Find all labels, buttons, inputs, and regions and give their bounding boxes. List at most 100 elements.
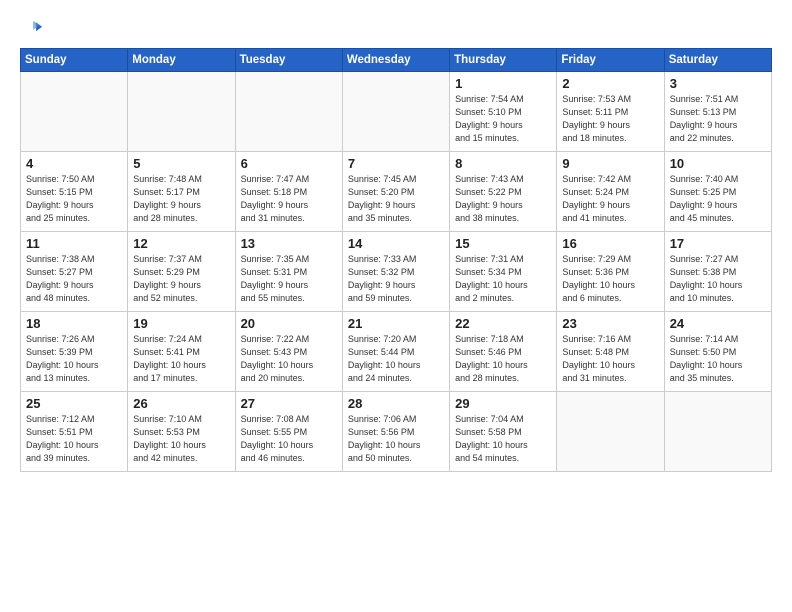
day-number: 9 <box>562 156 658 171</box>
calendar-cell: 2 Sunrise: 7:53 AM Sunset: 5:11 PM Daylig… <box>557 72 664 152</box>
header-day: Saturday <box>664 49 771 72</box>
day-number: 15 <box>455 236 551 251</box>
day-detail: Sunrise: 7:04 AM Sunset: 5:58 PM Dayligh… <box>455 413 551 465</box>
calendar-cell: 4Sunrise: 7:50 AM Sunset: 5:15 PM Daylig… <box>21 152 128 232</box>
calendar-header: SundayMondayTuesdayWednesdayThursdayFrid… <box>21 49 772 72</box>
day-detail: Sunrise: 7:26 AM Sunset: 5:39 PM Dayligh… <box>26 333 122 385</box>
calendar-cell: 14 Sunrise: 7:33 AM Sunset: 5:32 PM Dayli… <box>342 232 449 312</box>
calendar-cell: 20 Sunrise: 7:22 AM Sunset: 5:43 PM Dayli… <box>235 312 342 392</box>
calendar-cell: 11 Sunrise: 7:38 AM Sunset: 5:27 PM Dayli… <box>21 232 128 312</box>
day-number: 16 <box>562 236 658 251</box>
calendar-body: 1Sunrise: 7:54 AM Sunset: 5:10 PM Daylig… <box>21 72 772 472</box>
calendar-cell: 6 Sunrise: 7:47 AM Sunset: 5:18 PM Daylig… <box>235 152 342 232</box>
day-detail: Sunrise: 7:06 AM Sunset: 5:56 PM Dayligh… <box>348 413 444 465</box>
day-detail: Sunrise: 7:20 AM Sunset: 5:44 PM Dayligh… <box>348 333 444 385</box>
calendar-cell <box>21 72 128 152</box>
calendar-cell: 7Sunrise: 7:45 AM Sunset: 5:20 PM Daylig… <box>342 152 449 232</box>
day-detail: Sunrise: 7:54 AM Sunset: 5:10 PM Dayligh… <box>455 93 551 145</box>
day-number: 13 <box>241 236 337 251</box>
day-detail: Sunrise: 7:31 AM Sunset: 5:34 PM Dayligh… <box>455 253 551 305</box>
calendar-week-row: 11 Sunrise: 7:38 AM Sunset: 5:27 PM Dayli… <box>21 232 772 312</box>
calendar-cell <box>235 72 342 152</box>
day-detail: Sunrise: 7:53 AM Sunset: 5:11 PM Dayligh… <box>562 93 658 145</box>
calendar-cell <box>128 72 235 152</box>
day-detail: Sunrise: 7:43 AM Sunset: 5:22 PM Dayligh… <box>455 173 551 225</box>
day-number: 14 <box>348 236 444 251</box>
day-number: 28 <box>348 396 444 411</box>
calendar-cell: 16 Sunrise: 7:29 AM Sunset: 5:36 PM Dayli… <box>557 232 664 312</box>
day-detail: Sunrise: 7:24 AM Sunset: 5:41 PM Dayligh… <box>133 333 229 385</box>
calendar-cell <box>342 72 449 152</box>
day-detail: Sunrise: 7:33 AM Sunset: 5:32 PM Dayligh… <box>348 253 444 305</box>
day-number: 6 <box>241 156 337 171</box>
day-number: 23 <box>562 316 658 331</box>
header <box>20 18 772 40</box>
calendar-cell: 15 Sunrise: 7:31 AM Sunset: 5:34 PM Dayli… <box>450 232 557 312</box>
logo-icon <box>20 18 42 40</box>
day-number: 12 <box>133 236 229 251</box>
day-detail: Sunrise: 7:51 AM Sunset: 5:13 PM Dayligh… <box>670 93 766 145</box>
calendar-cell: 5 Sunrise: 7:48 AM Sunset: 5:17 PM Daylig… <box>128 152 235 232</box>
calendar-table: SundayMondayTuesdayWednesdayThursdayFrid… <box>20 48 772 472</box>
day-number: 2 <box>562 76 658 91</box>
calendar-cell: 29 Sunrise: 7:04 AM Sunset: 5:58 PM Dayli… <box>450 392 557 472</box>
day-number: 22 <box>455 316 551 331</box>
header-day: Tuesday <box>235 49 342 72</box>
calendar-cell: 24 Sunrise: 7:14 AM Sunset: 5:50 PM Dayli… <box>664 312 771 392</box>
day-detail: Sunrise: 7:37 AM Sunset: 5:29 PM Dayligh… <box>133 253 229 305</box>
calendar-week-row: 18 Sunrise: 7:26 AM Sunset: 5:39 PM Dayli… <box>21 312 772 392</box>
header-day: Monday <box>128 49 235 72</box>
day-number: 10 <box>670 156 766 171</box>
day-detail: Sunrise: 7:35 AM Sunset: 5:31 PM Dayligh… <box>241 253 337 305</box>
calendar-cell: 22 Sunrise: 7:18 AM Sunset: 5:46 PM Dayli… <box>450 312 557 392</box>
day-detail: Sunrise: 7:10 AM Sunset: 5:53 PM Dayligh… <box>133 413 229 465</box>
calendar-cell: 23 Sunrise: 7:16 AM Sunset: 5:48 PM Dayli… <box>557 312 664 392</box>
day-number: 27 <box>241 396 337 411</box>
calendar-cell: 1Sunrise: 7:54 AM Sunset: 5:10 PM Daylig… <box>450 72 557 152</box>
day-detail: Sunrise: 7:48 AM Sunset: 5:17 PM Dayligh… <box>133 173 229 225</box>
day-number: 5 <box>133 156 229 171</box>
day-number: 20 <box>241 316 337 331</box>
day-number: 18 <box>26 316 122 331</box>
day-detail: Sunrise: 7:29 AM Sunset: 5:36 PM Dayligh… <box>562 253 658 305</box>
calendar-cell: 3Sunrise: 7:51 AM Sunset: 5:13 PM Daylig… <box>664 72 771 152</box>
calendar-cell: 10 Sunrise: 7:40 AM Sunset: 5:25 PM Dayli… <box>664 152 771 232</box>
day-detail: Sunrise: 7:16 AM Sunset: 5:48 PM Dayligh… <box>562 333 658 385</box>
header-day: Sunday <box>21 49 128 72</box>
day-detail: Sunrise: 7:42 AM Sunset: 5:24 PM Dayligh… <box>562 173 658 225</box>
day-number: 17 <box>670 236 766 251</box>
day-number: 25 <box>26 396 122 411</box>
calendar-week-row: 4Sunrise: 7:50 AM Sunset: 5:15 PM Daylig… <box>21 152 772 232</box>
calendar-cell: 25 Sunrise: 7:12 AM Sunset: 5:51 PM Dayli… <box>21 392 128 472</box>
calendar-cell: 28 Sunrise: 7:06 AM Sunset: 5:56 PM Dayli… <box>342 392 449 472</box>
header-row: SundayMondayTuesdayWednesdayThursdayFrid… <box>21 49 772 72</box>
day-detail: Sunrise: 7:14 AM Sunset: 5:50 PM Dayligh… <box>670 333 766 385</box>
day-number: 29 <box>455 396 551 411</box>
calendar-week-row: 1Sunrise: 7:54 AM Sunset: 5:10 PM Daylig… <box>21 72 772 152</box>
day-number: 26 <box>133 396 229 411</box>
day-detail: Sunrise: 7:50 AM Sunset: 5:15 PM Dayligh… <box>26 173 122 225</box>
day-number: 21 <box>348 316 444 331</box>
calendar-cell: 12 Sunrise: 7:37 AM Sunset: 5:29 PM Dayli… <box>128 232 235 312</box>
logo <box>20 18 46 40</box>
header-day: Thursday <box>450 49 557 72</box>
header-day: Friday <box>557 49 664 72</box>
header-day: Wednesday <box>342 49 449 72</box>
calendar-cell: 18 Sunrise: 7:26 AM Sunset: 5:39 PM Dayli… <box>21 312 128 392</box>
page: SundayMondayTuesdayWednesdayThursdayFrid… <box>0 0 792 612</box>
day-detail: Sunrise: 7:08 AM Sunset: 5:55 PM Dayligh… <box>241 413 337 465</box>
day-detail: Sunrise: 7:40 AM Sunset: 5:25 PM Dayligh… <box>670 173 766 225</box>
day-number: 11 <box>26 236 122 251</box>
calendar-cell: 17Sunrise: 7:27 AM Sunset: 5:38 PM Dayli… <box>664 232 771 312</box>
day-detail: Sunrise: 7:22 AM Sunset: 5:43 PM Dayligh… <box>241 333 337 385</box>
calendar-cell: 13 Sunrise: 7:35 AM Sunset: 5:31 PM Dayli… <box>235 232 342 312</box>
day-detail: Sunrise: 7:38 AM Sunset: 5:27 PM Dayligh… <box>26 253 122 305</box>
day-detail: Sunrise: 7:18 AM Sunset: 5:46 PM Dayligh… <box>455 333 551 385</box>
day-number: 19 <box>133 316 229 331</box>
calendar-cell <box>557 392 664 472</box>
day-detail: Sunrise: 7:12 AM Sunset: 5:51 PM Dayligh… <box>26 413 122 465</box>
calendar-cell <box>664 392 771 472</box>
day-detail: Sunrise: 7:47 AM Sunset: 5:18 PM Dayligh… <box>241 173 337 225</box>
calendar-cell: 9 Sunrise: 7:42 AM Sunset: 5:24 PM Daylig… <box>557 152 664 232</box>
day-number: 24 <box>670 316 766 331</box>
